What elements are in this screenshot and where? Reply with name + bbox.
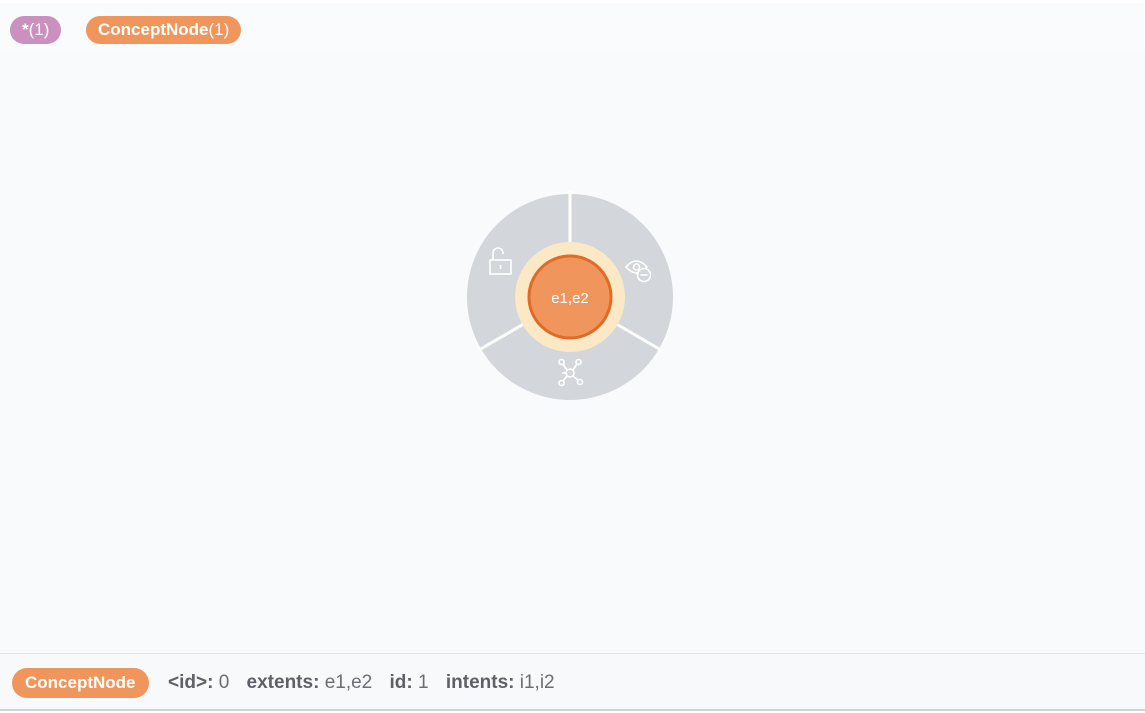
property-key: intents: — [445, 672, 515, 693]
legend-all-label: * — [22, 20, 29, 39]
property-key: extents: — [246, 672, 320, 693]
graph-canvas[interactable]: e1,e2 — [0, 53, 1145, 653]
hide-icon[interactable] — [624, 253, 656, 285]
property-value: 1 — [418, 672, 429, 693]
graph-view: *(1) ConceptNode(1) e1,e2 ConceptNode <i… — [0, 0, 1145, 713]
selected-label-pill[interactable]: ConceptNode — [12, 668, 149, 698]
node-context-menu — [467, 191, 673, 400]
property-id: id: 1 — [390, 672, 429, 693]
property-key: <id>: — [168, 672, 214, 693]
property-value: i1,i2 — [519, 672, 555, 693]
property-key: id: — [389, 672, 413, 693]
legend-all-nodes-pill[interactable]: *(1) — [10, 16, 62, 44]
legend-concept-node-pill[interactable]: ConceptNode(1) — [86, 16, 242, 44]
property-internal-id: <id>: 0 — [168, 672, 229, 693]
property-list: <id>: 0 extents: e1,e2 id: 1 intents: i1… — [168, 668, 567, 698]
legend-bar: *(1) ConceptNode(1) — [0, 3, 1145, 53]
property-extents: extents: e1,e2 — [247, 672, 373, 693]
expand-icon[interactable] — [554, 357, 586, 389]
property-intents: intents: i1,i2 — [446, 672, 555, 693]
properties-bar: ConceptNode <id>: 0 extents: e1,e2 id: 1… — [0, 653, 1145, 711]
property-value: 0 — [218, 672, 230, 693]
legend-concept-label: ConceptNode — [98, 20, 209, 39]
legend-all-count: (1) — [28, 20, 50, 39]
property-value: e1,e2 — [324, 672, 373, 693]
node-caption: e1,e2 — [551, 290, 589, 307]
legend-concept-count: (1) — [208, 20, 230, 39]
